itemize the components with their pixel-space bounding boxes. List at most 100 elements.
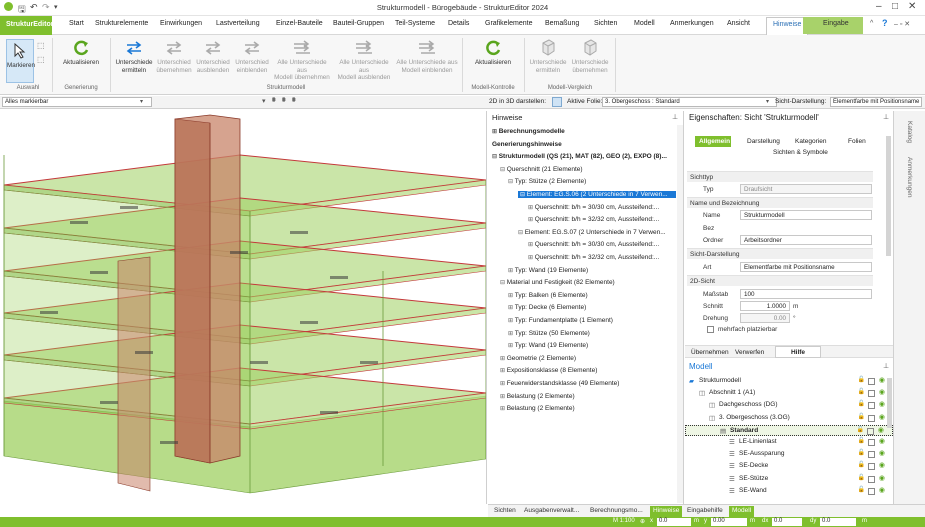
tab-katalog[interactable]: Katalog [906, 121, 913, 143]
modell-row[interactable]: ◫ Abschnitt 1 (A1) 🔓 ◉ [685, 388, 893, 399]
expand-toggle-icon[interactable]: ⊞ [508, 293, 515, 299]
mehrfach-checkbox[interactable] [707, 326, 714, 333]
modell-row-selected[interactable]: ▤ Standard 🔓 ◉ [685, 424, 893, 436]
tab-modell[interactable]: Modell [634, 20, 655, 27]
active-sheet-dropdown[interactable]: 3. Obergeschoss : Standard [602, 97, 777, 107]
dy-coordinate[interactable]: 0.0 [820, 518, 856, 526]
section-name-bezeichnung[interactable]: Name und Bezeichnung [687, 197, 873, 208]
tab-bauteil-gruppen[interactable]: Bauteil-Gruppen [333, 20, 384, 27]
modell-row[interactable]: ◫ Dachgeschoss (DG) 🔓 ◉ [685, 400, 893, 411]
visibility-checkbox[interactable] [868, 414, 875, 422]
pin-icon[interactable]: ⊥ [883, 362, 889, 370]
filter-dropdown-icon[interactable]: ▾ [262, 97, 266, 105]
hinweis-item[interactable]: ⊞ Typ: Decke (6 Elemente) [508, 304, 586, 311]
aktualisieren-kontrolle-button[interactable]: Aktualisieren [466, 39, 520, 67]
pin-icon[interactable]: ⊥ [883, 113, 889, 121]
verwerfen-button[interactable]: Verwerfen [735, 349, 764, 356]
name-field[interactable]: Strukturmodell [740, 210, 872, 220]
lock-icon[interactable]: 🔓 [858, 461, 865, 468]
aktualisieren-generierung-button[interactable]: Aktualisieren [54, 39, 108, 67]
expand-toggle-icon[interactable]: ⊞ [528, 255, 535, 261]
eye-icon[interactable]: ◉ [879, 388, 885, 396]
dx-coordinate[interactable]: 0.0 [772, 518, 802, 526]
hinweis-item[interactable]: ⊞ Querschnitt: b/h = 30/30 cm, Aussteife… [528, 241, 659, 248]
expand-toggle-icon[interactable]: ⊟ [500, 280, 507, 286]
expand-toggle-icon[interactable]: ⊟ [492, 154, 499, 160]
eye-icon[interactable]: ◉ [879, 376, 885, 384]
collapse-ribbon-icon[interactable]: ^ [870, 20, 873, 27]
help-icon[interactable]: ? [882, 18, 888, 28]
ordner-field[interactable]: Arbeitsordner [740, 235, 872, 245]
hinweis-item[interactable]: Generierungshinweise [492, 141, 562, 148]
lock-icon[interactable]: 🔓 [858, 486, 865, 493]
expand-toggle-icon[interactable]: ⊞ [508, 268, 515, 274]
visibility-checkbox[interactable] [868, 463, 875, 471]
eye-icon[interactable]: ◉ [879, 461, 885, 469]
modell-row[interactable]: ☰ SE-Decke 🔓 ◉ [685, 461, 893, 472]
core-front-face[interactable] [174, 118, 211, 464]
tab-darstellung[interactable]: Darstellung [747, 138, 780, 145]
btab-modell[interactable]: Modell [729, 506, 755, 517]
maximize-icon[interactable]: □ [892, 1, 898, 12]
vergleich-ermitteln-button[interactable]: Unterschiede ermitteln [528, 39, 568, 74]
selection-filter-dropdown[interactable]: Alles markierbar [2, 97, 152, 107]
lock-icon[interactable]: 🔓 [858, 413, 865, 420]
visibility-checkbox[interactable] [868, 390, 875, 398]
lock-icon[interactable]: 🔓 [858, 449, 865, 456]
properties-scrollbar[interactable] [886, 136, 891, 256]
tab-einzel-bauteile[interactable]: Einzel-Bauteile [276, 20, 323, 27]
lock-icon[interactable]: 🔓 [857, 426, 864, 433]
tab-eingabe[interactable]: Eingabe [803, 17, 863, 34]
tab-allgemein[interactable]: Allgemein [695, 136, 731, 147]
hinweis-item[interactable]: ⊞ Typ: Balken (6 Elemente) [508, 292, 588, 299]
pin-icon[interactable]: ⊥ [672, 113, 678, 121]
btab-berechnungsmodelle[interactable]: Berechnungsmo... [590, 507, 643, 514]
modell-row[interactable]: ☰ SE-Aussparung 🔓 ◉ [685, 449, 893, 460]
unterschied-uebernehmen-button[interactable]: Unterschied übernehmen [155, 39, 193, 74]
lock-icon[interactable]: 🔓 [858, 388, 865, 395]
modell-row[interactable]: ◫ 3. Obergeschoss (3.OG) 🔓 ◉ [685, 413, 893, 424]
hinweis-item[interactable]: ⊟ Element: EG.S.07 (2 Unterschiede in 7 … [518, 229, 666, 236]
expand-toggle-icon[interactable]: ⊞ [508, 343, 515, 349]
hinweis-item[interactable]: ⊟ Material und Festigkeit (82 Elemente) [500, 279, 615, 286]
tab-ansicht[interactable]: Ansicht [727, 20, 750, 27]
btab-sichten[interactable]: Sichten [494, 507, 516, 514]
y-coordinate[interactable]: 0.00 [711, 518, 747, 526]
lock-icon[interactable]: 🔓 [858, 474, 865, 481]
unterschied-einblenden-button[interactable]: Unterschied einblenden [233, 39, 271, 74]
visibility-checkbox[interactable] [868, 475, 875, 483]
bez-field[interactable] [740, 223, 872, 233]
btab-eingabehilfe[interactable]: Eingabehilfe [687, 507, 723, 514]
tab-kategorien[interactable]: Kategorien [795, 138, 826, 145]
eye-icon[interactable]: ◉ [879, 474, 885, 482]
close-icon[interactable]: ✕ [908, 1, 916, 12]
tab-bemassung[interactable]: Bemaßung [545, 20, 579, 27]
tab-sichten[interactable]: Sichten [594, 20, 617, 27]
expand-toggle-icon[interactable]: ⊞ [508, 331, 515, 337]
expand-toggle-icon[interactable]: ⊞ [500, 368, 507, 374]
tab-details[interactable]: Details [448, 20, 469, 27]
lock-icon[interactable]: 🔓 [858, 437, 865, 444]
tab-start[interactable]: Start [69, 20, 84, 27]
tab-file[interactable]: StrukturEditor [0, 16, 53, 35]
eye-icon[interactable]: ◉ [879, 486, 885, 494]
visibility-checkbox[interactable] [868, 402, 875, 410]
expand-toggle-icon[interactable]: ⊞ [528, 205, 535, 211]
modell-scrollbar[interactable] [887, 378, 892, 428]
hinweis-item[interactable]: ⊞ Querschnitt: b/h = 32/32 cm, Aussteife… [528, 216, 659, 223]
massstab-dropdown[interactable]: 100 [740, 289, 872, 299]
tab-teil-systeme[interactable]: Teil-Systeme [395, 20, 435, 27]
ribbon-minimize-icon[interactable]: – ▫ ✕ [894, 20, 910, 28]
layer-visibility-icon[interactable]: ⩩ [282, 97, 286, 105]
x-coordinate[interactable]: 0.0 [657, 518, 691, 526]
alle-ausblenden-button[interactable]: Alle Unterschiede aus Modell ausblenden [334, 39, 394, 82]
hinweis-item[interactable]: ⊞ Typ: Wand (19 Elemente) [508, 267, 588, 274]
modell-row[interactable]: ☰ LE-Linienlast 🔓 ◉ [685, 437, 893, 448]
hinweis-item[interactable]: ⊞ Expositionsklasse (8 Elemente) [500, 367, 597, 374]
hinweis-item[interactable]: ⊞ Berechnungsmodelle [492, 128, 565, 135]
hinweis-item[interactable]: ⊞ Typ: Wand (19 Elemente) [508, 342, 588, 349]
expand-toggle-icon[interactable]: ⊞ [500, 394, 507, 400]
eye-icon[interactable]: ◉ [879, 449, 885, 457]
alle-einblenden-button[interactable]: Alle Unterschiede aus Modell einblenden [396, 39, 458, 74]
scale-indicator[interactable]: M 1:100 [613, 518, 635, 524]
